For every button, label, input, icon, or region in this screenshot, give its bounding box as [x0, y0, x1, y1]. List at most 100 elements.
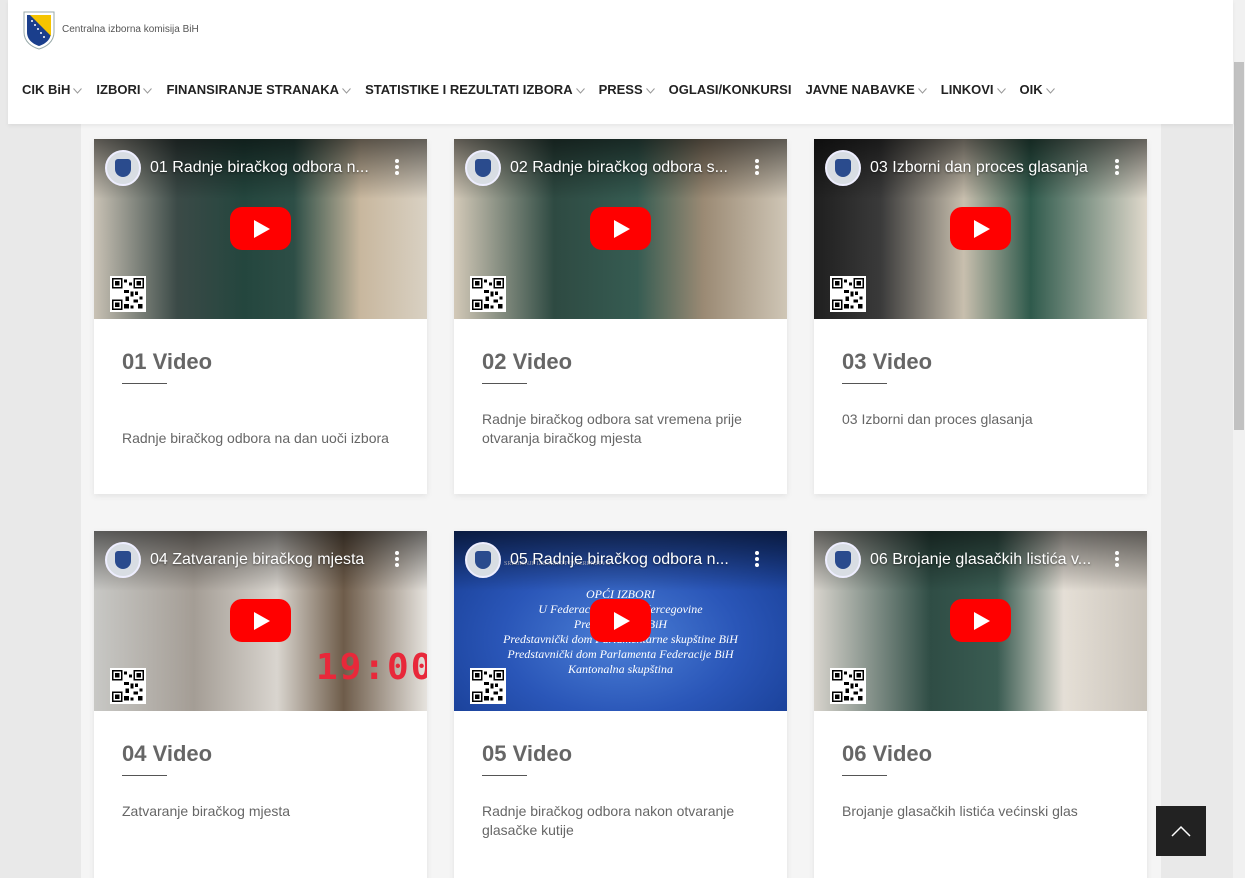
channel-avatar[interactable]	[465, 150, 501, 186]
video-card: 01 Radnje biračkog odbora n... 01 Video Ra…	[94, 139, 427, 494]
play-button[interactable]	[230, 599, 291, 642]
nav-item-statistike-i-rezultati-izbora[interactable]: STATISTIKE I REZULTATI IZBORA	[365, 82, 585, 97]
card-title: 01 Video	[122, 349, 213, 374]
qr-code-icon	[110, 276, 146, 312]
main-nav: CIK BiH IZBORI FINANSIRANJE STRANAKA STATIS…	[22, 82, 1069, 97]
play-button[interactable]	[950, 599, 1011, 642]
title-divider	[122, 383, 167, 384]
title-divider	[482, 775, 527, 776]
nav-item-label: FINANSIRANJE STRANAKA	[166, 82, 340, 97]
more-options-icon[interactable]	[755, 159, 759, 175]
qr-code-icon	[470, 276, 506, 312]
qr-code-icon	[830, 668, 866, 704]
channel-avatar[interactable]	[465, 542, 501, 578]
video-title[interactable]: 05 Radnje biračkog odbora n...	[510, 551, 740, 569]
video-title[interactable]: 02 Radnje biračkog odbora s...	[510, 159, 740, 177]
site-logo[interactable]: Centralna izborna komisija BiH	[22, 10, 199, 50]
site-header: Centralna izborna komisija BiH CIK BiH IZ…	[8, 0, 1233, 124]
card-title: 02 Video	[482, 349, 573, 374]
logo-text: Centralna izborna komisija BiH	[62, 23, 199, 35]
video-card: 19:00 04 Zatvaranje biračkog mjesta 04 Vid…	[94, 531, 427, 878]
nav-item-oik[interactable]: OIK	[1020, 82, 1055, 97]
chevron-down-icon	[575, 88, 585, 94]
nav-item-label: JAVNE NABAVKE	[805, 82, 915, 97]
slide-line: Predstavnički dom Parlamenta Federacije …	[507, 647, 734, 661]
channel-avatar[interactable]	[825, 542, 861, 578]
chevron-down-icon	[917, 88, 927, 94]
card-description: Zatvaranje biračkog mjesta	[122, 803, 291, 819]
nav-item-javne-nabavke[interactable]: JAVNE NABAVKE	[805, 82, 927, 97]
nav-item-izbori[interactable]: IZBORI	[96, 82, 153, 97]
video-title[interactable]: 04 Zatvaranje biračkog mjesta	[150, 551, 380, 569]
card-description: Radnje biračkog odbora na dan uoči izbor…	[122, 430, 389, 446]
video-title[interactable]: 03 Izborni dan proces glasanja	[870, 159, 1100, 177]
video-grid: 01 Radnje biračkog odbora n... 01 Video Ra…	[81, 124, 1161, 878]
card-body: 02 Video Radnje biračkog odbora sat vreme…	[454, 319, 787, 448]
more-options-icon[interactable]	[1115, 551, 1119, 567]
scroll-to-top-button[interactable]	[1156, 806, 1206, 856]
nav-item-oglasi-konkursi[interactable]: OGLASI/KONKURSI	[669, 82, 792, 97]
nav-item-finansiranje-stranaka[interactable]: FINANSIRANJE STRANAKA	[166, 82, 351, 97]
nav-item-cik-bih[interactable]: CIK BiH	[22, 82, 83, 97]
page-scrollbar[interactable]	[1233, 0, 1245, 878]
nav-item-label: LINKOVI	[940, 82, 994, 97]
card-title: 05 Video	[482, 741, 573, 766]
nav-item-label: CIK BiH	[22, 82, 71, 97]
nav-item-label: PRESS	[598, 82, 643, 97]
more-options-icon[interactable]	[755, 551, 759, 567]
card-body: 01 Video Radnje biračkog odbora na dan uo…	[94, 319, 427, 448]
channel-avatar[interactable]	[105, 150, 141, 186]
channel-avatar[interactable]	[825, 150, 861, 186]
title-divider	[482, 383, 527, 384]
card-description: Radnje biračkog odbora sat vremena prije…	[482, 411, 742, 446]
nav-item-label: OGLASI/KONKURSI	[668, 82, 792, 97]
card-body: 05 Video Radnje biračkog odbora nakon otv…	[454, 711, 787, 840]
video-player[interactable]: 01 Radnje biračkog odbora n...	[94, 139, 427, 319]
video-title[interactable]: 01 Radnje biračkog odbora n...	[150, 159, 380, 177]
title-divider	[842, 775, 887, 776]
video-player[interactable]: 19:00 04 Zatvaranje biračkog mjesta	[94, 531, 427, 711]
video-player[interactable]: 06 Brojanje glasačkih listića v...	[814, 531, 1147, 711]
title-divider	[842, 383, 887, 384]
card-body: 06 Video Brojanje glasačkih listića većin…	[814, 711, 1147, 821]
video-card: 03 Izborni dan proces glasanja 03 Video 03…	[814, 139, 1147, 494]
qr-code-icon	[830, 276, 866, 312]
video-title[interactable]: 06 Brojanje glasačkih listića v...	[870, 551, 1100, 569]
video-player[interactable]: 03 Izborni dan proces glasanja	[814, 139, 1147, 319]
video-card: 06 Brojanje glasačkih listića v... 06 Vid…	[814, 531, 1147, 878]
more-options-icon[interactable]	[395, 159, 399, 175]
play-button[interactable]	[590, 599, 651, 642]
clock-display: 19:00	[316, 647, 427, 688]
channel-avatar[interactable]	[105, 542, 141, 578]
video-player[interactable]: 02 Radnje biračkog odbora s...	[454, 139, 787, 319]
bih-coat-of-arms-icon	[23, 11, 55, 50]
card-body: 04 Video Zatvaranje biračkog mjesta	[94, 711, 427, 821]
play-button[interactable]	[590, 207, 651, 250]
title-divider	[122, 775, 167, 776]
more-options-icon[interactable]	[1115, 159, 1119, 175]
nav-item-label: STATISTIKE I REZULTATI IZBORA	[365, 82, 573, 97]
video-player[interactable]: SREDIŠNJE IZBORNO POVJERENSTVOOPĆI IZBOR…	[454, 531, 787, 711]
more-options-icon[interactable]	[395, 551, 399, 567]
card-body: 03 Video 03 Izborni dan proces glasanja	[814, 319, 1147, 429]
card-description: 03 Izborni dan proces glasanja	[842, 411, 1033, 427]
chevron-down-icon	[1045, 88, 1055, 94]
nav-item-press[interactable]: PRESS	[599, 82, 655, 97]
nav-item-label: IZBORI	[96, 82, 141, 97]
chevron-down-icon	[143, 88, 153, 94]
card-description: Radnje biračkog odbora nakon otvaranje g…	[482, 803, 735, 838]
card-title: 04 Video	[122, 741, 213, 766]
card-description: Brojanje glasačkih listića većinski glas	[842, 803, 1078, 819]
nav-item-label: OIK	[1019, 82, 1043, 97]
play-button[interactable]	[950, 207, 1011, 250]
qr-code-icon	[470, 668, 506, 704]
play-button[interactable]	[230, 207, 291, 250]
card-title: 03 Video	[842, 349, 933, 374]
video-card: SREDIŠNJE IZBORNO POVJERENSTVOOPĆI IZBOR…	[454, 531, 787, 878]
chevron-down-icon	[996, 88, 1006, 94]
chevron-down-icon	[342, 88, 351, 94]
scrollbar-thumb[interactable]	[1234, 62, 1244, 430]
card-title: 06 Video	[842, 741, 933, 766]
nav-item-linkovi[interactable]: LINKOVI	[941, 82, 1006, 97]
chevron-down-icon	[645, 88, 655, 94]
